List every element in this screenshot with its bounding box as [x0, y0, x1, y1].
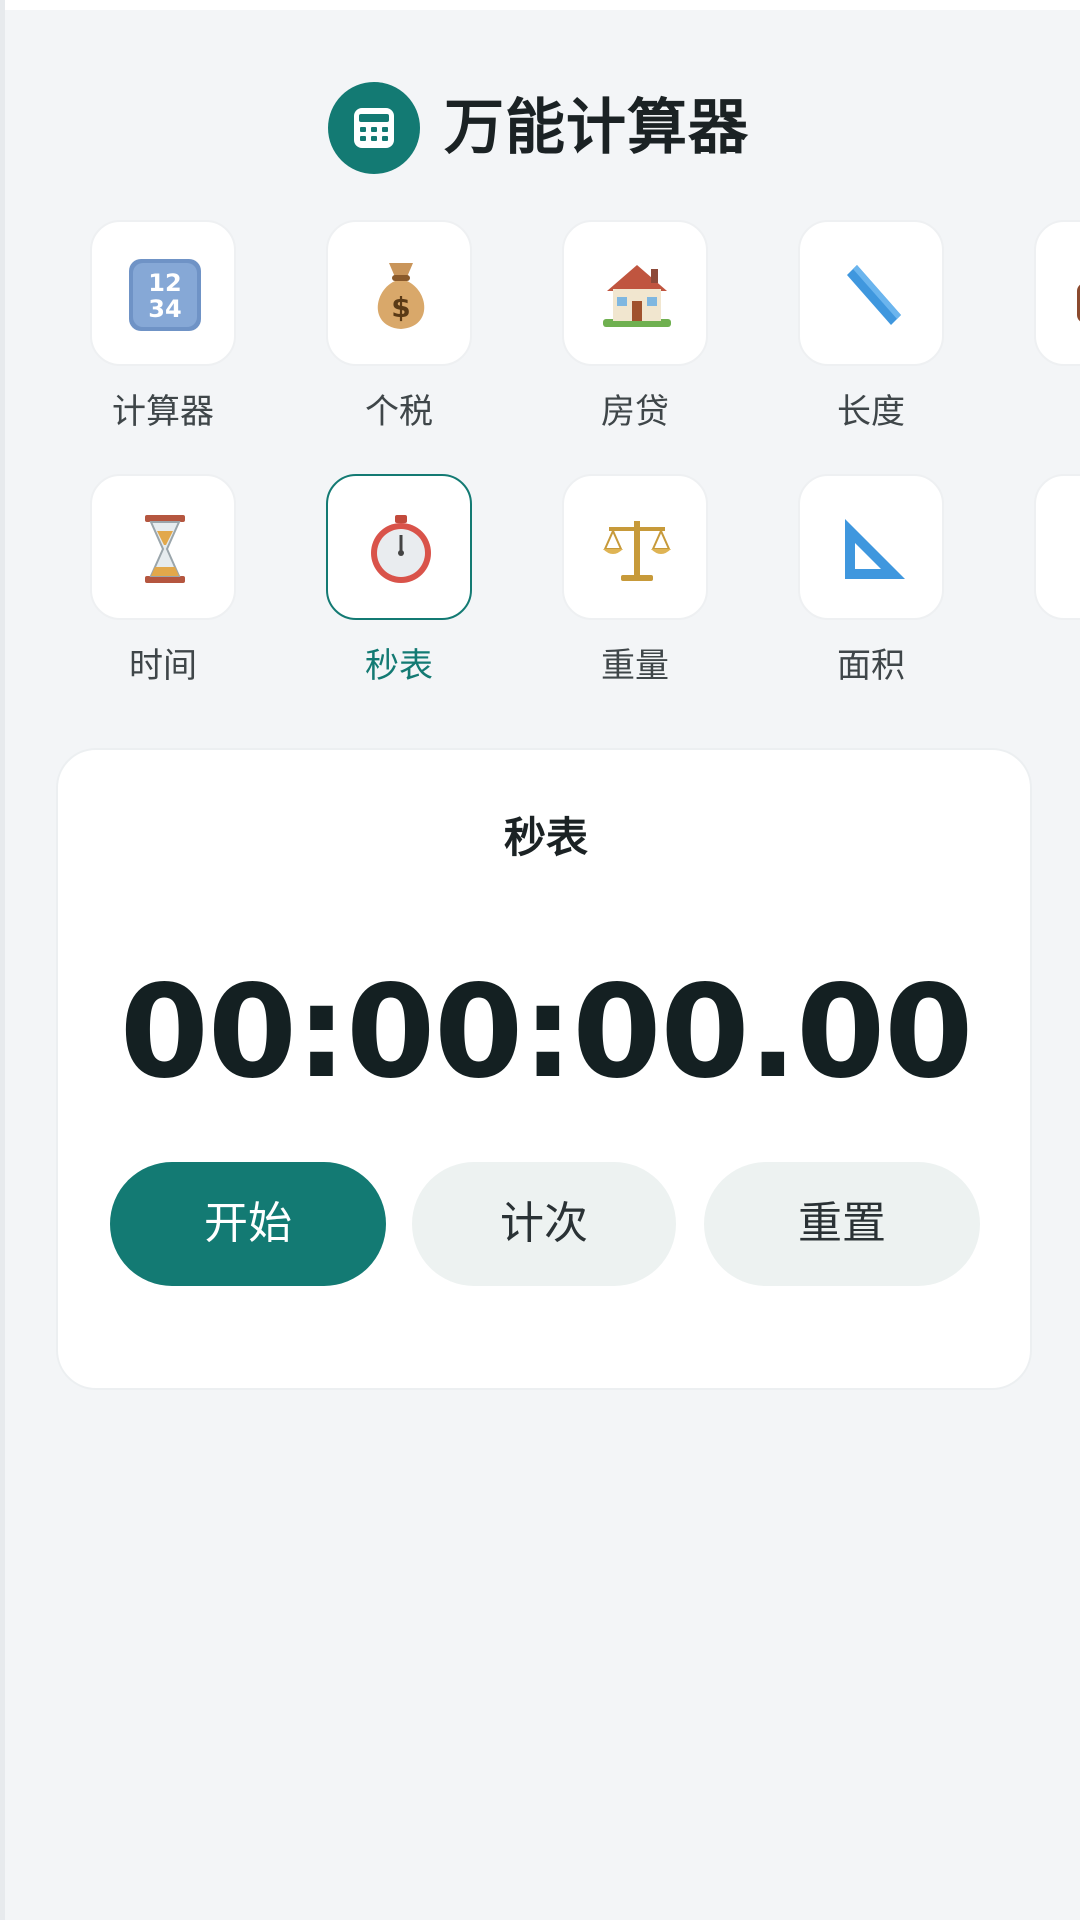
tool-tile[interactable] — [326, 474, 472, 620]
app-title: 万能计算器 — [444, 93, 749, 163]
lap-button[interactable]: 计次 — [412, 1162, 676, 1286]
keycap-digits-icon: 12 34 — [129, 259, 201, 331]
left-edge-divider — [0, 0, 5, 1920]
tool-time[interactable]: 时间 — [90, 474, 236, 687]
tool-mortgage[interactable]: 房贷 — [562, 220, 708, 433]
tool-tile[interactable] — [1034, 220, 1080, 366]
status-bar-edge — [0, 0, 1080, 10]
tool-label: 长度 — [837, 392, 905, 432]
tool-stopwatch[interactable]: 秒表 — [326, 474, 472, 687]
stopwatch-card: 秒表 00:00:00.00 开始 计次 重置 — [56, 748, 1032, 1390]
money-bag-icon: $ — [377, 263, 425, 329]
tool-label: 个税 — [365, 392, 433, 432]
app-screen: 万能计算器 12 34 计算器 $ 个税 房贷 长度 时间 秒表 重量 面积 秒… — [0, 0, 1080, 1920]
svg-text:12: 12 — [148, 269, 181, 297]
app-header: 万能计算器 — [0, 82, 1080, 178]
start-button[interactable]: 开始 — [110, 1162, 386, 1286]
tool-label: 房贷 — [601, 392, 669, 432]
tool-tile[interactable]: $ — [326, 220, 472, 366]
tool-label: 秒表 — [365, 646, 433, 686]
tool-label: 时间 — [129, 646, 197, 686]
tool-tile[interactable] — [798, 220, 944, 366]
tool-partial-row2[interactable] — [1034, 474, 1080, 638]
tool-label: 面积 — [837, 646, 905, 686]
briefcase-icon — [1077, 284, 1080, 322]
tool-label: 重量 — [601, 646, 669, 686]
tool-area[interactable]: 面积 — [798, 474, 944, 687]
svg-text:34: 34 — [148, 295, 181, 323]
tool-income-tax[interactable]: $ 个税 — [326, 220, 472, 433]
calculator-icon — [328, 82, 420, 174]
tool-tile[interactable]: 12 34 — [90, 220, 236, 366]
balance-scale-icon — [603, 521, 671, 581]
stopwatch-title: 秒表 — [503, 813, 588, 862]
tool-tile[interactable] — [562, 474, 708, 620]
tool-tile[interactable] — [90, 474, 236, 620]
tool-tile[interactable] — [1034, 474, 1080, 620]
ruler-icon — [847, 265, 901, 325]
triangle-ruler-icon — [845, 519, 905, 579]
reset-button[interactable]: 重置 — [704, 1162, 980, 1286]
tool-label: 计算器 — [112, 392, 214, 432]
stopwatch-icon — [371, 515, 431, 583]
svg-text:$: $ — [391, 291, 410, 324]
stopwatch-display: 00:00:00.00 — [119, 958, 974, 1107]
tool-calculator[interactable]: 12 34 计算器 — [90, 220, 236, 433]
tool-partial-row1[interactable] — [1034, 220, 1080, 384]
tool-weight[interactable]: 重量 — [562, 474, 708, 687]
tool-icon — [1069, 509, 1080, 589]
tool-tile[interactable] — [798, 474, 944, 620]
tool-tile[interactable] — [562, 220, 708, 366]
house-icon — [603, 265, 671, 327]
hourglass-icon — [145, 515, 185, 583]
tool-length[interactable]: 长度 — [798, 220, 944, 433]
